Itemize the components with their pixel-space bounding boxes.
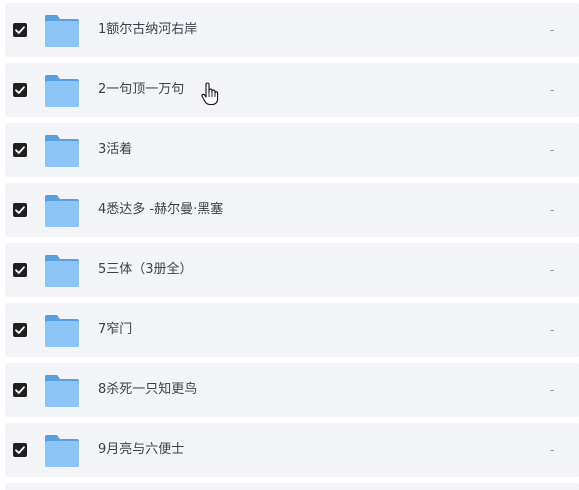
file-list: 1额尔古纳河右岸 - 2一句顶一万句 - 3活着 - 4悉达多 -赫尔曼·黑塞 [0, 0, 579, 490]
row-checkbox[interactable] [13, 203, 27, 217]
file-size: - [550, 23, 555, 37]
checkmark-icon [15, 86, 25, 94]
file-name[interactable]: 3活着 [98, 123, 132, 177]
folder-icon [43, 252, 81, 288]
folder-icon [43, 132, 81, 168]
folder-icon [43, 312, 81, 348]
file-row[interactable]: 3活着 - [5, 123, 579, 177]
folder-icon [43, 12, 81, 48]
row-checkbox[interactable] [13, 23, 27, 37]
file-size: - [550, 83, 555, 97]
folder-icon [43, 432, 81, 468]
file-row[interactable]: 8杀死一只知更鸟 - [5, 363, 579, 417]
row-checkbox[interactable] [13, 323, 27, 337]
file-name[interactable]: 7窄门 [98, 303, 132, 357]
file-name[interactable]: 1额尔古纳河右岸 [98, 3, 197, 57]
folder-icon [43, 372, 81, 408]
folder-icon [43, 192, 81, 228]
checkmark-icon [15, 266, 25, 274]
checkmark-icon [15, 206, 25, 214]
file-size: - [550, 323, 555, 337]
file-row[interactable]: 2一句顶一万句 - [5, 63, 579, 117]
file-row[interactable]: 7窄门 - [5, 303, 579, 357]
file-size: - [550, 263, 555, 277]
file-size: - [550, 383, 555, 397]
file-name[interactable]: 9月亮与六便士 [98, 423, 184, 477]
file-name[interactable]: 8杀死一只知更鸟 [98, 363, 197, 417]
file-size: - [550, 203, 555, 217]
folder-icon [43, 72, 81, 108]
file-size: - [550, 143, 555, 157]
row-checkbox[interactable] [13, 83, 27, 97]
file-name[interactable]: 2一句顶一万句 [98, 63, 184, 117]
file-size: - [550, 443, 555, 457]
checkmark-icon [15, 26, 25, 34]
checkmark-icon [15, 446, 25, 454]
checkmark-icon [15, 326, 25, 334]
checkmark-icon [15, 386, 25, 394]
row-checkbox[interactable] [13, 263, 27, 277]
file-name[interactable]: 4悉达多 -赫尔曼·黑塞 [98, 183, 223, 237]
row-checkbox[interactable] [13, 383, 27, 397]
file-row[interactable]: 1额尔古纳河右岸 - [5, 3, 579, 57]
file-row[interactable]: 9月亮与六便士 - [5, 423, 579, 477]
file-name[interactable]: 5三体（3册全） [98, 243, 193, 297]
row-checkbox[interactable] [13, 143, 27, 157]
file-row[interactable]: 4悉达多 -赫尔曼·黑塞 - [5, 183, 579, 237]
row-checkbox[interactable] [13, 443, 27, 457]
checkmark-icon [15, 146, 25, 154]
file-row-partial [5, 483, 579, 490]
file-row[interactable]: 5三体（3册全） - [5, 243, 579, 297]
